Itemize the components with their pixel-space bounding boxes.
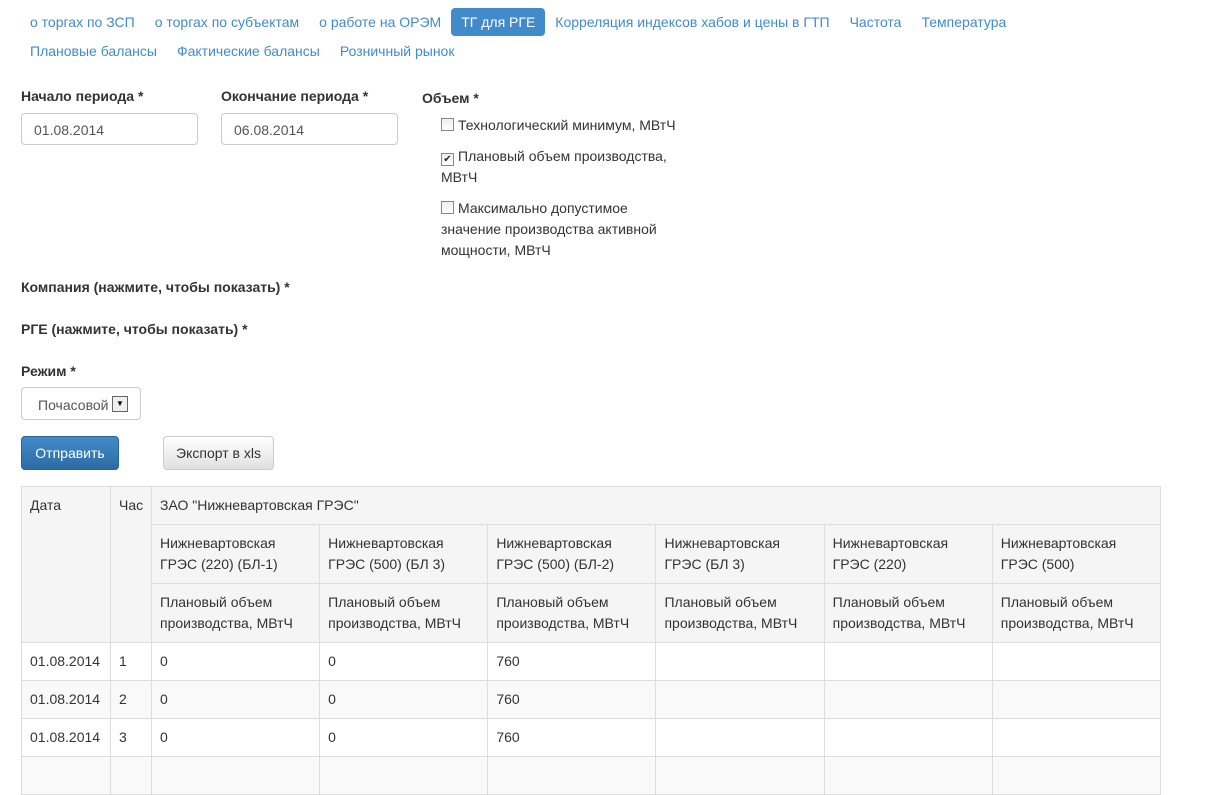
measure-header: Плановый объем производства, МВтЧ [991, 583, 1162, 643]
tab-tg-rge[interactable]: ТГ для РГЕ [451, 8, 546, 36]
col-date: Дата [21, 486, 111, 643]
col-hour: Час [110, 486, 152, 643]
table-cell: 0 [150, 680, 321, 719]
table-row: 01.08.2014 3 0 0 760 [21, 718, 1162, 757]
table-cell: 01.08.2014 [21, 642, 111, 681]
table-cell [655, 680, 825, 719]
table-cell [487, 756, 657, 795]
table-cell [823, 718, 993, 757]
unit-header: Нижневартовская ГРЭС (500) (БЛ-2) [487, 524, 657, 584]
table-cell [150, 756, 321, 795]
checkbox[interactable] [441, 201, 454, 214]
unit-header: Нижневартовская ГРЭС (БЛ 3) [655, 524, 825, 584]
tab-hub-correlation[interactable]: Корреляция индексов хабов и цены в ГТП [545, 8, 839, 36]
table-cell: 0 [150, 642, 321, 681]
table-cell [823, 680, 993, 719]
table-row: 01.08.2014 1 0 0 760 [21, 642, 1162, 681]
table-cell [823, 756, 993, 795]
measure-header: Плановый объем производства, МВтЧ [487, 583, 657, 643]
measure-header: Плановый объем производства, МВтЧ [823, 583, 993, 643]
tab-temperature[interactable]: Температура [911, 8, 1016, 36]
table-cell [21, 756, 111, 795]
measure-header: Плановый объем производства, МВтЧ [655, 583, 825, 643]
table-cell [991, 680, 1162, 719]
table-cell [655, 642, 825, 681]
volume-option-tech-min[interactable]: Технологический минимум, МВтЧ [441, 115, 691, 136]
table-cell [655, 756, 825, 795]
table-row [21, 756, 1162, 795]
checkbox-checked[interactable]: ✔ [441, 153, 454, 166]
start-period-input[interactable]: 01.08.2014 [21, 113, 198, 145]
table-cell: 0 [150, 718, 321, 757]
unit-header: Нижневартовская ГРЭС (220) [823, 524, 993, 584]
dropdown-arrow-icon: ▼ [112, 396, 128, 412]
tab-planned-balances[interactable]: Плановые балансы [20, 37, 167, 65]
mode-select[interactable]: Почасовой ▼ [21, 387, 141, 420]
table-cell: 2 [110, 680, 152, 719]
export-xls-button[interactable]: Экспорт в xls [163, 436, 274, 470]
tab-actual-balances[interactable]: Фактические балансы [167, 37, 330, 65]
volume-option-max-active[interactable]: Максимально допустимое значение производ… [441, 198, 676, 261]
table-cell [991, 718, 1162, 757]
table-cell [823, 642, 993, 681]
table-cell [991, 642, 1162, 681]
table-cell [319, 756, 489, 795]
table-cell: 3 [110, 718, 152, 757]
table-cell: 760 [487, 680, 657, 719]
tab-frequency[interactable]: Частота [840, 8, 912, 36]
table-row: 01.08.2014 2 0 0 760 [21, 680, 1162, 719]
table-cell [991, 756, 1162, 795]
measure-header: Плановый объем производства, МВтЧ [150, 583, 321, 643]
end-period-label: Окончание периода * [221, 88, 369, 104]
unit-header: Нижневартовская ГРЭС (220) (БЛ-1) [150, 524, 321, 584]
measure-header: Плановый объем производства, МВтЧ [319, 583, 489, 643]
tab-orem[interactable]: о работе на ОРЭМ [309, 8, 451, 36]
table-cell: 0 [319, 680, 489, 719]
table-cell [110, 756, 152, 795]
rge-toggle[interactable]: РГЕ (нажмите, чтобы показать) * [21, 321, 248, 337]
mode-label: Режим * [21, 363, 76, 379]
table-cell: 760 [487, 642, 657, 681]
table-cell: 0 [319, 718, 489, 757]
tab-subjects[interactable]: о торгах по субъектам [145, 8, 309, 36]
company-header: ЗАО "Нижневартовская ГРЭС" [151, 486, 1161, 525]
volume-label: Объем * [422, 90, 479, 106]
unit-header: Нижневартовская ГРЭС (500) [991, 524, 1162, 584]
table-cell: 01.08.2014 [21, 718, 111, 757]
table-cell: 1 [110, 642, 152, 681]
table-cell: 760 [487, 718, 657, 757]
table-cell: 01.08.2014 [21, 680, 111, 719]
unit-header: Нижневартовская ГРЭС (500) (БЛ 3) [319, 524, 489, 584]
volume-option-planned[interactable]: ✔ Плановый объем производства, МВтЧ [441, 146, 681, 188]
tab-zsp[interactable]: о торгах по ЗСП [20, 8, 145, 36]
report-tabs: о торгах по ЗСП о торгах по субъектам о … [20, 8, 1120, 66]
table-cell [655, 718, 825, 757]
start-period-label: Начало периода * [21, 88, 144, 104]
checkbox[interactable] [441, 118, 454, 131]
end-period-input[interactable]: 06.08.2014 [221, 113, 398, 145]
tab-retail-market[interactable]: Розничный рынок [330, 37, 465, 65]
results-table: Дата Час ЗАО "Нижневартовская ГРЭС" Нижнев… [21, 486, 1162, 795]
table-cell: 0 [319, 642, 489, 681]
submit-button[interactable]: Отправить [21, 436, 119, 470]
company-toggle[interactable]: Компания (нажмите, чтобы показать) * [21, 279, 290, 295]
